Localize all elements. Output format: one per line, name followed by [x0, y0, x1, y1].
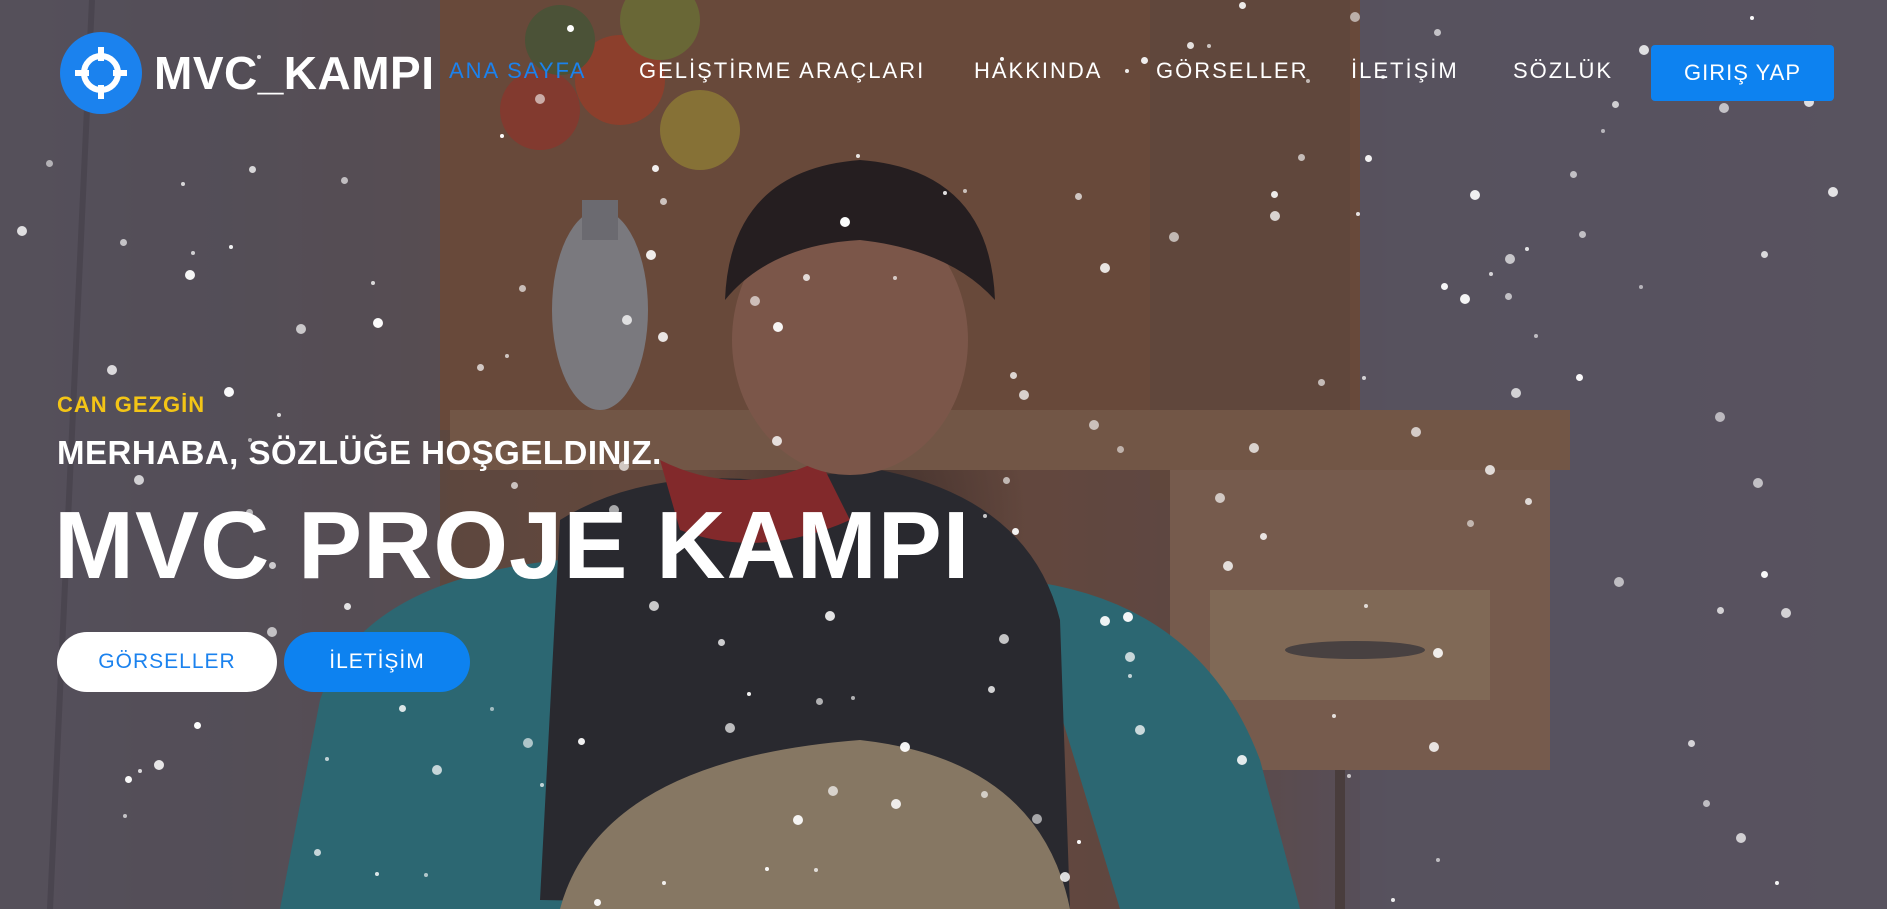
nav-item-gorseller[interactable]: GÖRSELLER [1156, 58, 1309, 84]
gorseller-button[interactable]: GÖRSELLER [57, 632, 277, 692]
nav-item-gelistirme-araclari[interactable]: GELİŞTİRME ARAÇLARI [639, 58, 925, 84]
hero-title: MVC PROJE KAMPI [54, 492, 971, 599]
nav-item-iletisim[interactable]: İLETİŞİM [1351, 58, 1459, 84]
nav-item-hakkinda[interactable]: HAKKINDA [974, 58, 1102, 84]
brand-logo[interactable]: MVC_KAMPI [60, 32, 435, 114]
hero-subtitle: MERHABA, SÖZLÜĞE HOŞGELDINIZ. [57, 434, 662, 471]
nav-item-ana-sayfa[interactable]: ANA SAYFA [449, 58, 586, 84]
top-navbar: MVC_KAMPI ANA SAYFA GELİŞTİRME ARAÇLARI … [0, 0, 1887, 146]
brand-name: MVC_KAMPI [154, 47, 435, 99]
login-button[interactable]: GIRIŞ YAP [1651, 45, 1834, 101]
hero-eyebrow: CAN GEZGİN [57, 392, 206, 417]
hero-section: MVC_KAMPI ANA SAYFA GELİŞTİRME ARAÇLARI … [0, 0, 1887, 909]
nav-item-sozluk[interactable]: SÖZLÜK [1513, 58, 1613, 84]
iletisim-button[interactable]: İLETİŞİM [284, 632, 470, 692]
crosshair-icon [60, 32, 142, 114]
